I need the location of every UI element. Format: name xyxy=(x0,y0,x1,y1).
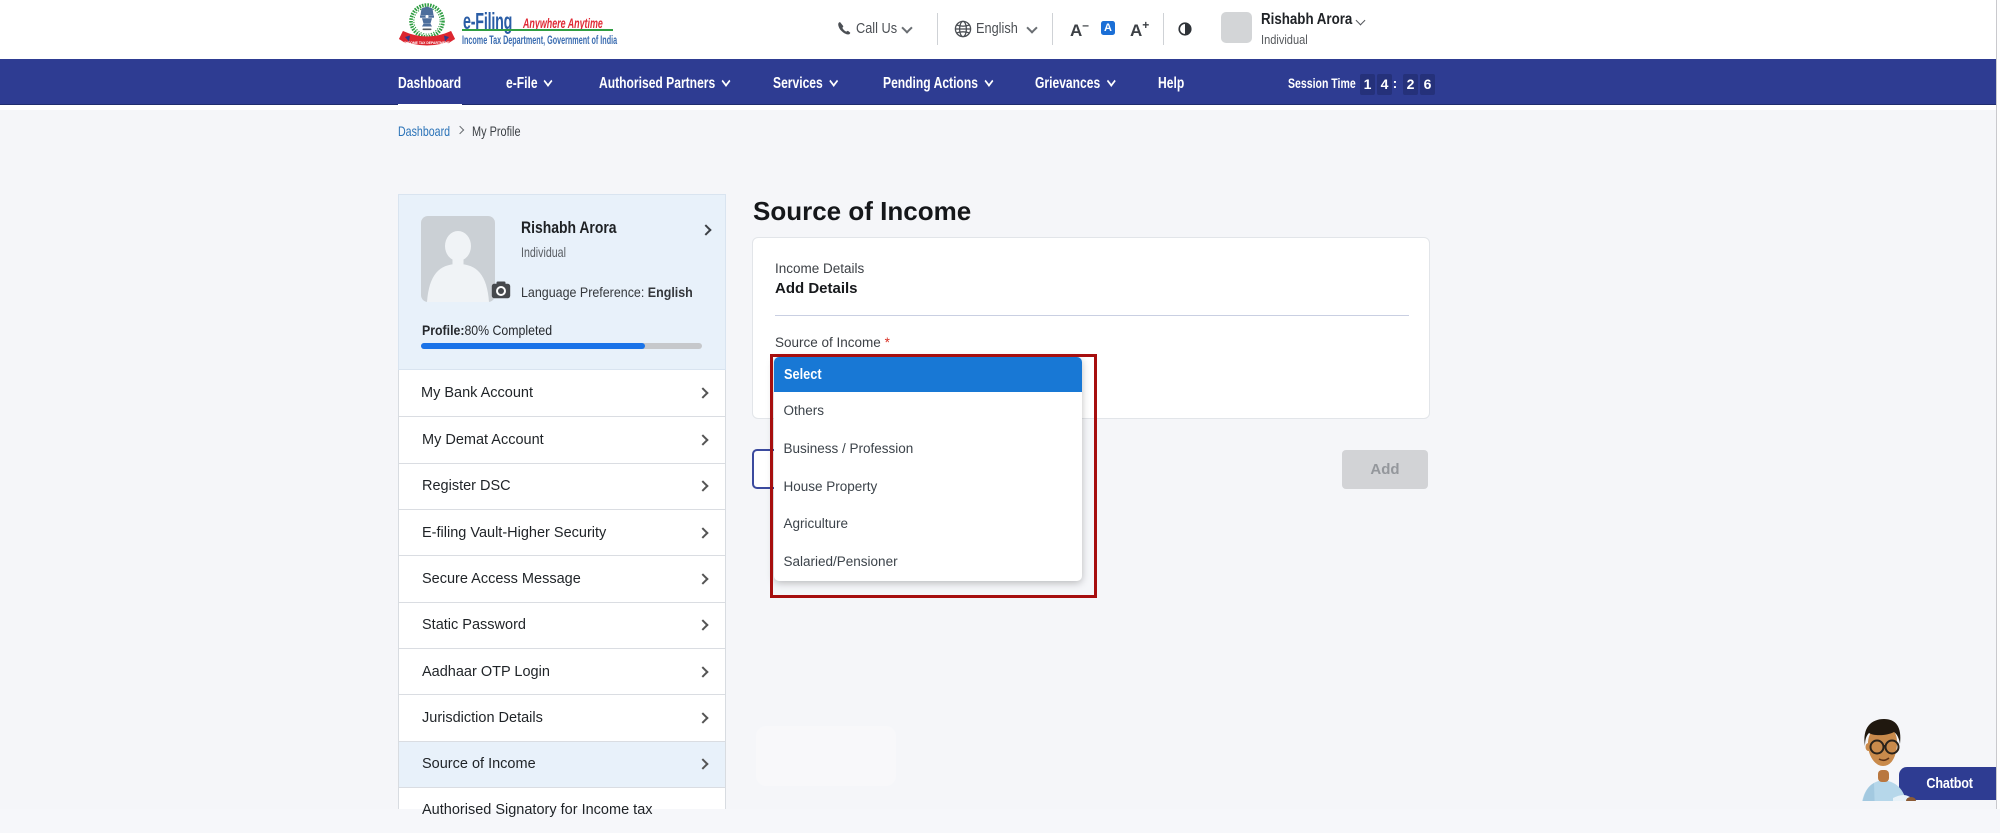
svg-text:INCOME TAX DEPARTMENT: INCOME TAX DEPARTMENT xyxy=(404,41,450,45)
